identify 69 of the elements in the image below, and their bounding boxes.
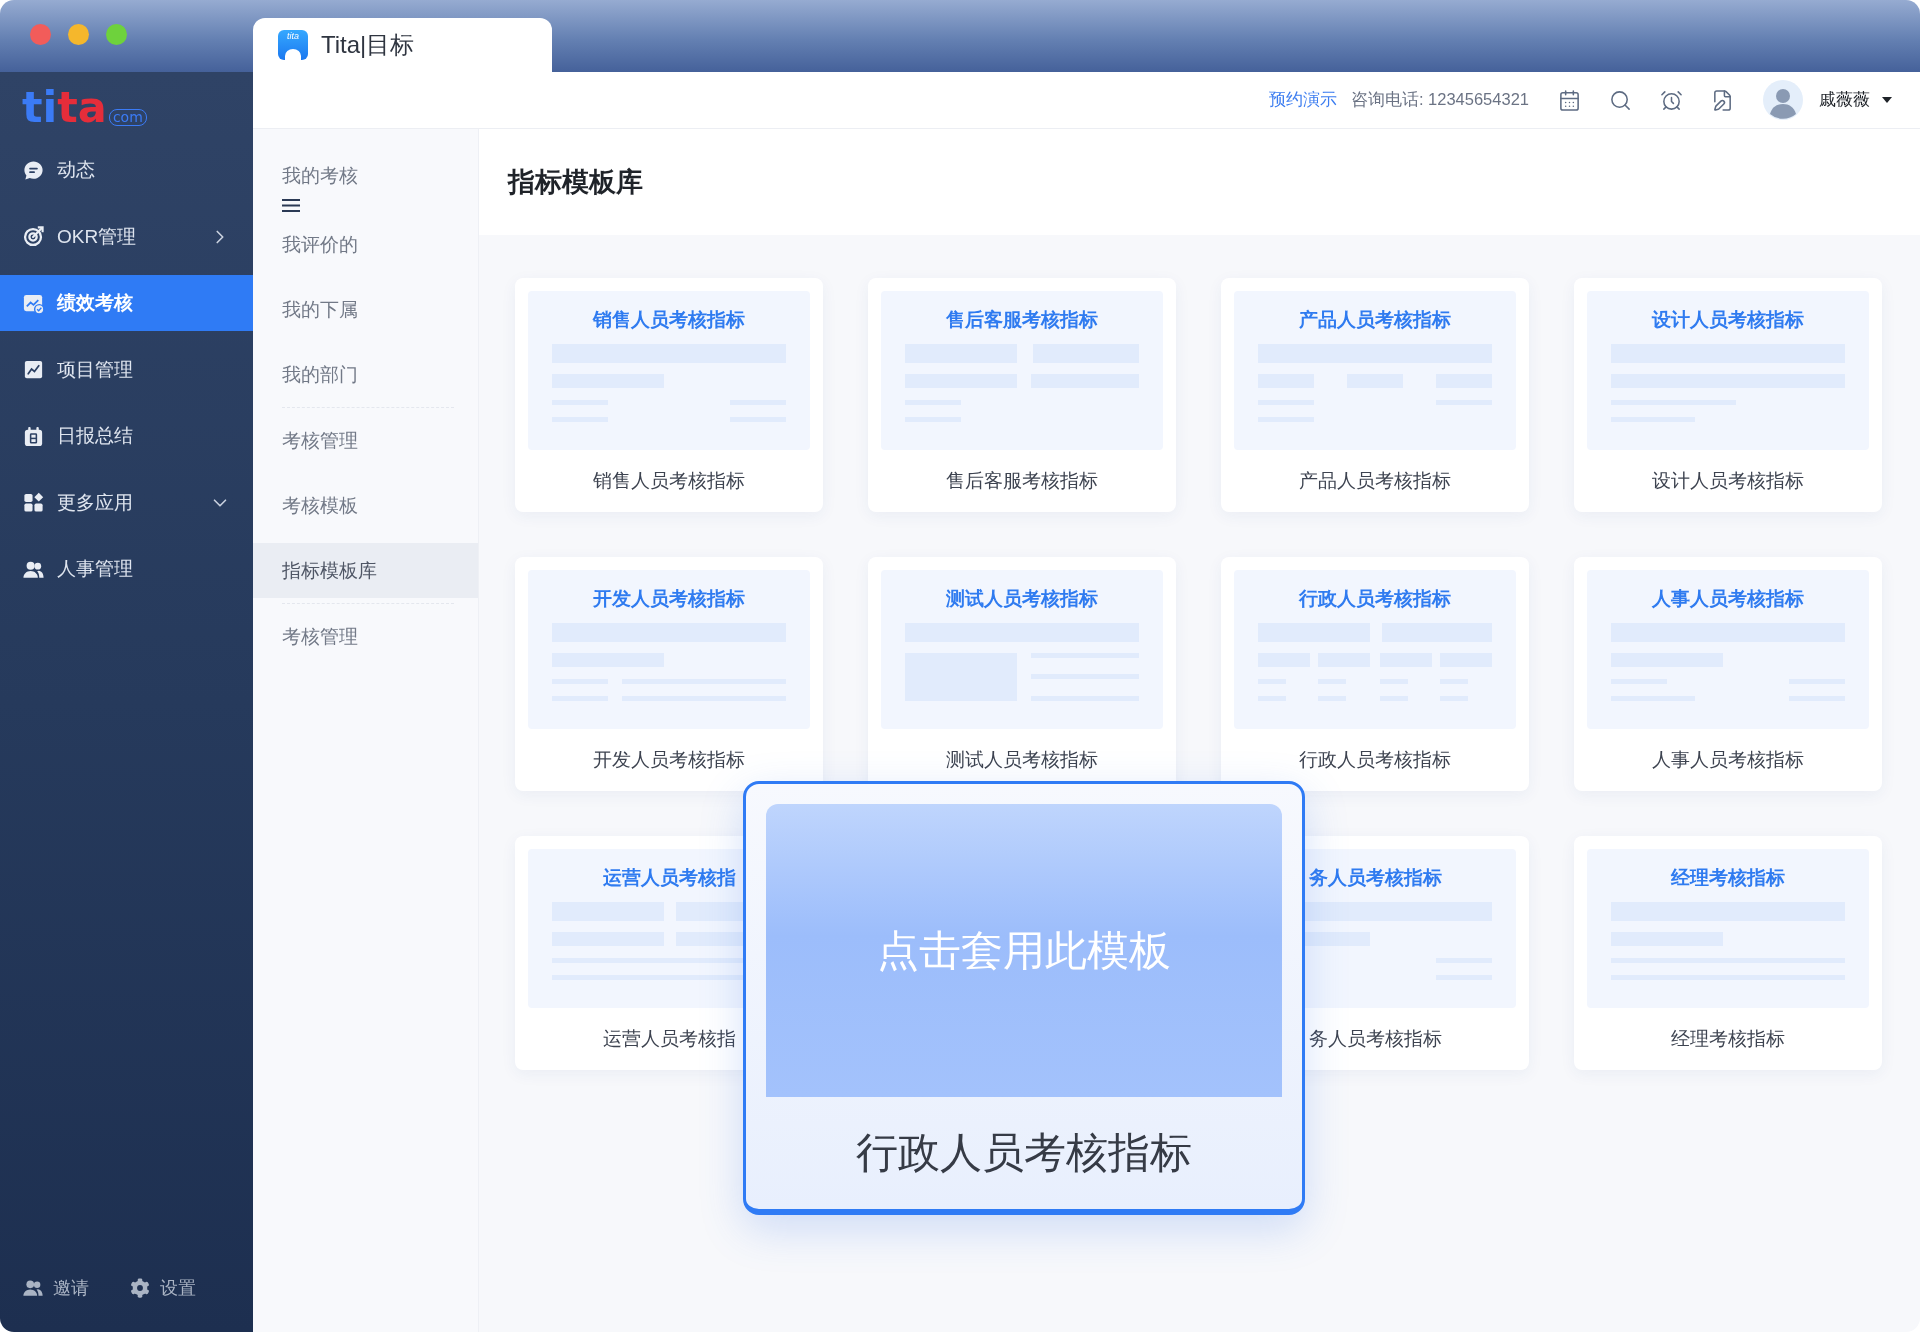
template-name: 行政人员考核指标 [856,1128,1192,1178]
submenu-item[interactable]: 我评价的 [253,217,478,272]
template-name: 经理考核指标 [1671,1027,1785,1051]
browser-tab[interactable]: tita Tita|目标 [253,18,552,72]
submenu-item[interactable]: 指标模板库 [253,543,478,598]
template-preview-title: 运营人员考核指 [602,866,736,890]
template-name: 务人员考核指标 [1308,1027,1442,1051]
template-card[interactable]: 售后客服考核指标 售后客服考核指标 [868,278,1176,512]
template-card[interactable]: 经理考核指标 经理考核指标 [1574,836,1882,1070]
template-name: 售后客服考核指标 [946,469,1098,493]
search-icon[interactable] [1609,88,1632,112]
demo-link[interactable]: 预约演示 [1268,89,1337,111]
template-preview-title: 务人员考核指标 [1308,866,1442,890]
template-preview-title: 经理考核指标 [1671,866,1785,890]
menu-icon[interactable] [282,199,300,212]
sidebar-footer-button[interactable]: 设置 [129,1276,196,1300]
sidebar-item[interactable]: 绩效考核 [0,275,253,331]
template-preview-title: 设计人员考核指标 [1652,308,1804,332]
submenu-item[interactable]: 考核管理 [253,413,478,468]
alarm-clock-icon[interactable] [1660,88,1683,112]
avatar-icon[interactable] [1763,80,1803,120]
template-preview-title: 销售人员考核指标 [593,308,745,332]
sidebar-item[interactable]: 人事管理 [0,541,253,597]
phone-text: 咨询电话: 12345654321 [1350,89,1529,110]
template-card[interactable]: 行政人员考核指标 行政人员考核指标 [1221,557,1529,791]
submenu-item[interactable]: 我的下属 [253,282,478,337]
template-preview-title: 人事人员考核指标 [1652,587,1804,611]
template-name: 销售人员考核指标 [593,469,745,493]
template-card[interactable]: 人事人员考核指标 人事人员考核指标 [1574,557,1882,791]
app-grid-icon [22,491,45,514]
sidebar-item[interactable]: 项目管理 [0,341,253,398]
sidebar-item[interactable]: 更多应用 [0,474,253,531]
submenu-item[interactable]: 我的考核 [253,152,478,199]
calendar-icon[interactable] [1558,88,1581,112]
template-name: 人事人员考核指标 [1652,748,1804,772]
sidebar-item[interactable]: 动态 [0,142,253,198]
submenu-item[interactable]: 我的部门 [253,347,478,402]
app-logo: tita [278,30,308,60]
caret-icon [1882,97,1892,103]
settings-icon [129,1277,151,1299]
line-chart-icon [22,358,45,381]
template-name: 运营人员考核指 [602,1027,736,1051]
template-card[interactable]: 设计人员考核指标 设计人员考核指标 [1574,278,1882,512]
submenu-item[interactable]: 考核管理 [253,609,478,664]
template-name: 产品人员考核指标 [1299,469,1451,493]
tita-logo: tita com [22,85,147,129]
sidebar-item[interactable]: 日报总结 [0,408,253,464]
template-preview-title: 开发人员考核指标 [593,587,745,611]
template-card[interactable]: 开发人员考核指标 开发人员考核指标 [515,557,823,791]
chat-bubble-icon [22,158,45,182]
user-name[interactable]: 戚薇薇 [1819,89,1870,111]
template-card[interactable]: 产品人员考核指标 产品人员考核指标 [1221,278,1529,512]
calendar-icon [22,424,45,448]
template-preview-title: 售后客服考核指标 [946,308,1098,332]
template-hover-tooltip[interactable]: 点击套用此模板 行政人员考核指标 [743,781,1305,1215]
target-icon [22,225,45,248]
template-name: 行政人员考核指标 [1299,748,1451,772]
submenu-item[interactable]: 考核模板 [253,478,478,533]
template-preview-title: 产品人员考核指标 [1299,308,1451,332]
template-name: 测试人员考核指标 [946,748,1098,772]
template-card[interactable]: 销售人员考核指标 销售人员考核指标 [515,278,823,512]
template-preview-title: 行政人员考核指标 [1299,587,1451,611]
template-name: 开发人员考核指标 [593,748,745,772]
document-edit-icon[interactable] [1711,88,1734,112]
sidebar-footer-button[interactable]: 邀请 [22,1276,89,1300]
page-title: 指标模板库 [508,166,643,199]
sidebar-item[interactable]: OKR管理 [0,208,253,265]
template-preview-title: 测试人员考核指标 [946,587,1098,611]
template-name: 设计人员考核指标 [1652,469,1804,493]
